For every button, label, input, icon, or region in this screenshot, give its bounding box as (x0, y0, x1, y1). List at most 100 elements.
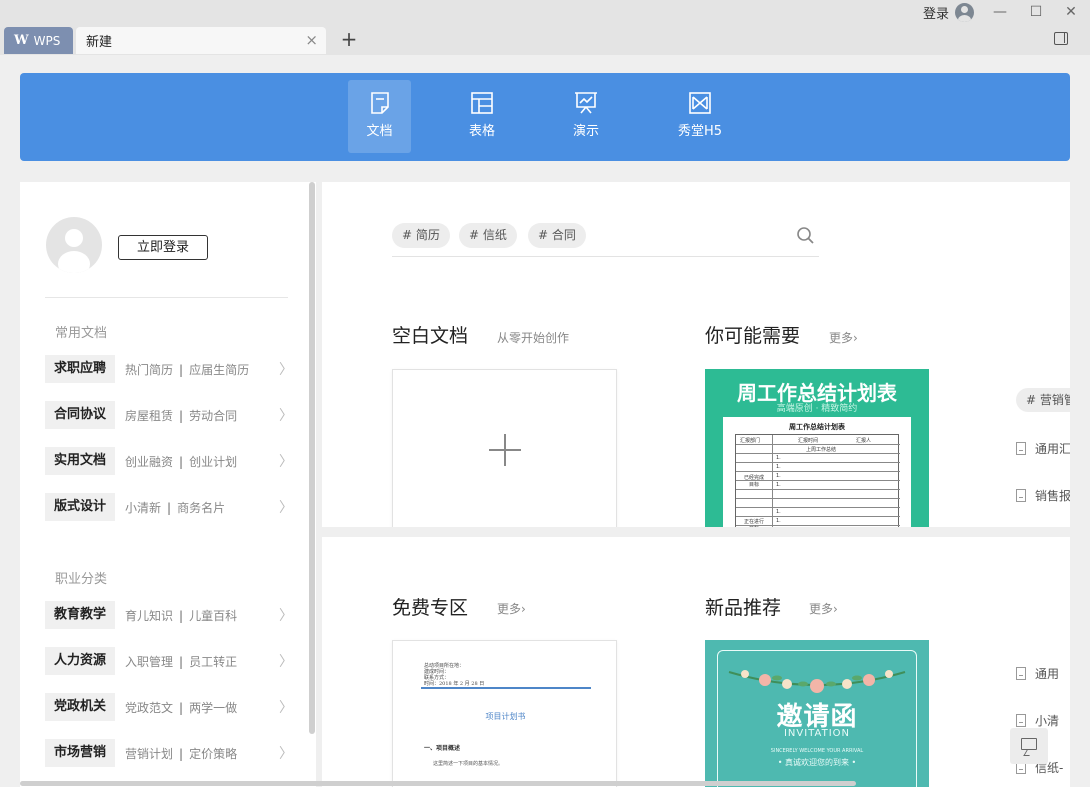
more-link[interactable]: 更多› (809, 600, 838, 617)
category-link[interactable]: 党政范文 (125, 701, 173, 715)
tab-new[interactable]: 新建 × (76, 27, 326, 54)
link-separator: | (179, 700, 184, 715)
document-icon (1016, 489, 1026, 502)
category-tag[interactable]: 求职应聘 (45, 355, 116, 383)
category-link[interactable]: 定价策略 (189, 747, 237, 761)
category-tag[interactable]: 实用文档 (45, 447, 116, 475)
category-link[interactable]: 房屋租赁 (125, 409, 173, 423)
h5-icon (689, 92, 711, 114)
preview-cell: 上周工作总结 (806, 447, 837, 453)
preview-heading: 一、项目概述 (424, 745, 461, 752)
category-tag[interactable]: 教育教学 (45, 601, 116, 629)
category-link[interactable]: 儿童百科 (189, 609, 237, 623)
chevron-right-icon[interactable]: 〉 (279, 451, 293, 471)
category-tag[interactable]: 党政机关 (45, 693, 116, 721)
horizontal-scrollbar[interactable] (20, 781, 856, 786)
nav-document[interactable]: 文档 (348, 80, 411, 153)
category-links: 营销计划 | 定价策略 (125, 745, 279, 762)
side-item[interactable]: 通用 (1016, 665, 1059, 682)
preview-cell: 1. (776, 518, 781, 524)
category-tag[interactable]: 人力资源 (45, 647, 116, 675)
more-link[interactable]: 更多› (497, 600, 526, 617)
login-now-button[interactable]: 立即登录 (118, 235, 208, 260)
category-tag[interactable]: 版式设计 (45, 493, 116, 521)
document-icon (1016, 714, 1026, 727)
template-card-project-plan[interactable]: 总动项目所在地： 建成时间： 联系方式： 时间：2018 年 2 月 28 日 … (392, 640, 617, 787)
category-row[interactable]: 版式设计 小清新 | 商务名片 〉 (45, 492, 293, 522)
chevron-right-icon[interactable]: 〉 (279, 743, 293, 763)
search-icon[interactable] (796, 226, 816, 246)
category-link[interactable]: 两学一做 (189, 701, 237, 715)
category-link[interactable]: 创业计划 (189, 455, 237, 469)
minimize-button[interactable]: — (989, 2, 1011, 22)
blank-document-card[interactable] (392, 369, 617, 527)
section-career: 职业分类 (55, 572, 108, 587)
side-item[interactable]: 销售报 (1016, 487, 1070, 504)
nav-spreadsheet[interactable]: 表格 (452, 80, 512, 153)
category-link[interactable]: 热门简历 (125, 363, 173, 377)
preview-cell: 正在进行 目标 (743, 519, 764, 527)
main-bottom-panel: 免费专区 更多› 新品推荐 更多› 总动项目所在地： 建成时间： 联系方式： 时… (322, 537, 1070, 787)
chevron-right-icon[interactable]: 〉 (279, 697, 293, 717)
side-item[interactable]: 小清 (1016, 712, 1059, 729)
category-tag[interactable]: 合同协议 (45, 401, 116, 429)
category-tag[interactable]: 市场营销 (45, 739, 116, 767)
search-input-underline[interactable] (392, 256, 819, 257)
user-avatar[interactable] (46, 217, 102, 273)
category-link[interactable]: 营销计划 (125, 747, 173, 761)
chevron-right-icon[interactable]: 〉 (279, 651, 293, 671)
main-top-panel: # 简历 # 信纸 # 合同 空白文档 从零开始创作 你可能需要 更多› 周工作… (322, 182, 1070, 527)
category-row[interactable]: 合同协议 房屋租赁 | 劳动合同 〉 (45, 400, 293, 430)
tab-wps-label: WPS (33, 33, 61, 48)
wps-logo-icon: W (14, 33, 29, 48)
chevron-right-icon[interactable]: 〉 (279, 497, 293, 517)
category-row[interactable]: 党政机关 党政范文 | 两学一做 〉 (45, 692, 293, 722)
tab-wps-home[interactable]: W WPS (4, 27, 73, 54)
nav-presentation[interactable]: 演示 (556, 80, 616, 153)
more-link[interactable]: 更多› (829, 329, 858, 346)
template-card-weekly[interactable]: 周工作总结计划表 高端原创 · 精致简约 周工作总结计划表 汇报部门 汇报时间 … (705, 369, 929, 527)
preview-cell: 1. (776, 482, 781, 488)
chevron-right-icon[interactable]: 〉 (279, 605, 293, 625)
category-link[interactable]: 商务名片 (177, 501, 225, 515)
spreadsheet-icon (471, 92, 493, 114)
category-link[interactable]: 员工转正 (189, 655, 237, 669)
tab-close-icon[interactable]: × (305, 31, 318, 49)
sidebar-toggle-icon[interactable] (1054, 32, 1068, 45)
link-separator: | (179, 454, 184, 469)
search-tag[interactable]: # 合同 (528, 223, 586, 248)
category-row[interactable]: 求职应聘 热门简历 | 应届生简历 〉 (45, 354, 293, 384)
side-item[interactable]: 通用汇 (1016, 440, 1070, 457)
template-card-invitation[interactable]: 邀请函 INVITATION SINCERELY WELCOME YOUR AR… (705, 640, 929, 787)
category-link[interactable]: 小清新 (125, 501, 161, 515)
preview-title: 周工作总结计划表 (789, 423, 845, 431)
link-separator: | (179, 362, 184, 377)
top-login-button[interactable]: 登录 (923, 3, 975, 22)
category-link[interactable]: 劳动合同 (189, 409, 237, 423)
add-tab-button[interactable]: + (338, 27, 360, 53)
category-row[interactable]: 教育教学 育儿知识 | 儿童百科 〉 (45, 600, 293, 630)
close-window-button[interactable]: ✕ (1060, 2, 1082, 22)
feedback-icon[interactable] (1010, 728, 1048, 764)
category-link[interactable]: 创业融资 (125, 455, 173, 469)
side-tag[interactable]: # 营销管 (1016, 388, 1070, 412)
search-tag[interactable]: # 信纸 (459, 223, 517, 248)
left-scrollbar[interactable] (309, 182, 315, 734)
blank-doc-title: 空白文档 (392, 325, 469, 347)
chevron-right-icon[interactable]: 〉 (279, 359, 293, 379)
category-row[interactable]: 实用文档 创业融资 | 创业计划 〉 (45, 446, 293, 476)
category-link[interactable]: 育儿知识 (125, 609, 173, 623)
category-links: 党政范文 | 两学一做 (125, 699, 279, 716)
nav-h5[interactable]: 秀堂H5 (668, 80, 732, 153)
preview-cell: 已经完成 目标 (743, 475, 764, 488)
category-row[interactable]: 人力资源 入职管理 | 员工转正 〉 (45, 646, 293, 676)
search-tag[interactable]: # 简历 (392, 223, 450, 248)
preview-paragraph: 这里简述一下项目的基本情况。 (433, 761, 504, 767)
category-link[interactable]: 应届生简历 (189, 363, 249, 377)
maximize-button[interactable]: ☐ (1025, 2, 1047, 22)
chevron-right-icon[interactable]: 〉 (279, 405, 293, 425)
title-bar: W WPS 新建 × + 登录 — ☐ ✕ (0, 0, 1090, 55)
category-row[interactable]: 市场营销 营销计划 | 定价策略 〉 (45, 738, 293, 768)
invite-subtitle: SINCERELY WELCOME YOUR ARRIVAL (770, 748, 864, 754)
category-link[interactable]: 入职管理 (125, 655, 173, 669)
